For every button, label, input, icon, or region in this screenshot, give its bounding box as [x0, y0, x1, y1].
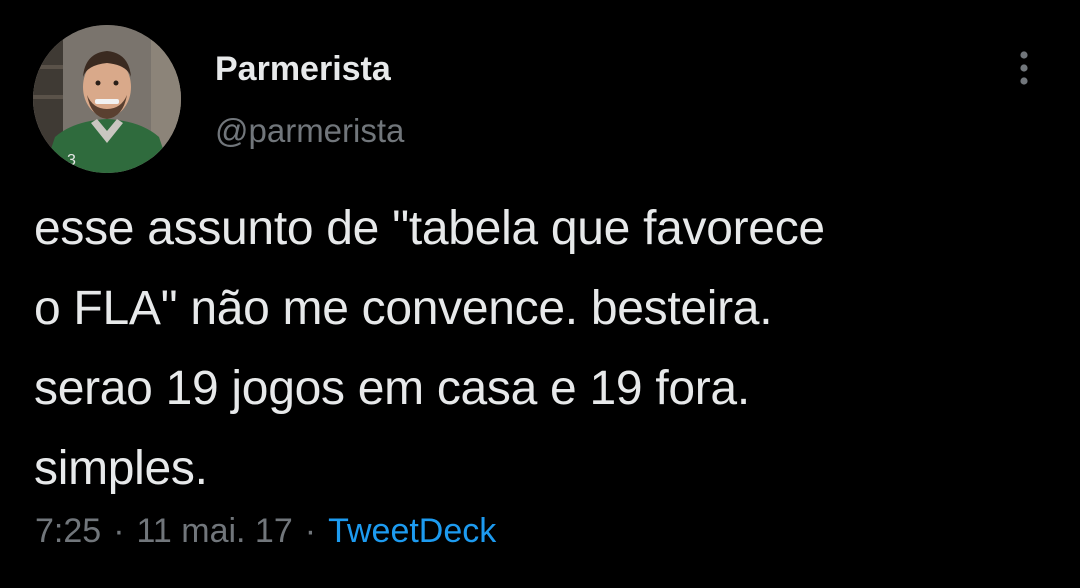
- tweet-metadata: 7:25 · 11 mai. 17 · TweetDeck: [35, 509, 496, 553]
- svg-text:3: 3: [67, 152, 76, 169]
- tweet-text: esse assunto de "tabela que favorece o F…: [34, 202, 825, 495]
- separator-dot: ·: [304, 512, 317, 550]
- tweet-card: 3 Parmerista @parmerista esse assunto de…: [0, 0, 1080, 588]
- avatar-photo-icon: 3: [33, 25, 181, 173]
- more-vertical-icon: [1020, 51, 1028, 85]
- more-options-button[interactable]: [1004, 46, 1044, 90]
- tweet-date[interactable]: 11 mai. 17: [137, 512, 293, 550]
- separator-dot: ·: [113, 512, 125, 550]
- avatar[interactable]: 3: [33, 25, 181, 173]
- author-display-name[interactable]: Parmerista: [215, 49, 391, 89]
- tweet-time[interactable]: 7:25: [35, 512, 101, 550]
- author-handle[interactable]: @parmerista: [215, 111, 404, 151]
- tweet-source-link[interactable]: TweetDeck: [328, 512, 496, 550]
